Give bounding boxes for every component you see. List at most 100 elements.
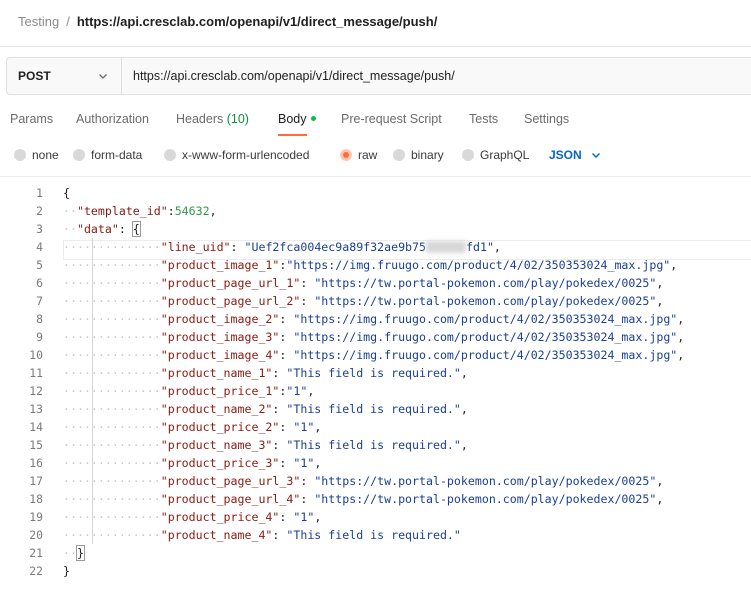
comma: , — [656, 492, 664, 506]
json-key: "product_image_2" — [160, 312, 280, 326]
tab-body[interactable]: Body — [278, 112, 316, 136]
code-content: ··············"product_price_4": "1", — [63, 508, 321, 526]
colon: : — [230, 240, 245, 254]
colon: : — [272, 438, 287, 452]
line-number: 10 — [29, 348, 43, 362]
tab-settings[interactable]: Settings — [524, 112, 569, 126]
tab-headers-label: Headers — [176, 112, 224, 126]
method-select[interactable]: POST — [7, 58, 122, 94]
code-content: ··············"product_price_1":"1", — [63, 382, 314, 400]
line-number: 3 — [36, 222, 43, 236]
tab-params[interactable]: Params — [10, 112, 53, 126]
code-line: 1{ — [0, 184, 751, 202]
line-number: 11 — [29, 366, 43, 380]
line-number: 15 — [29, 438, 43, 452]
radio-circle — [462, 149, 474, 161]
code-content: ··············"product_name_4": "This fi… — [63, 526, 461, 544]
open-brace: { — [63, 186, 70, 200]
breadcrumb-collection[interactable]: Testing — [18, 14, 59, 29]
tab-pre-request-script[interactable]: Pre-request Script — [341, 112, 442, 126]
comma: , — [314, 456, 322, 470]
code-content: ··············"product_image_4": "https:… — [63, 346, 684, 364]
code-line: 8 ··············"product_image_2": "https… — [0, 310, 751, 328]
comma: , — [307, 384, 315, 398]
indent-dots: ·············· — [63, 312, 161, 326]
json-string: "Uef2fca004ec9a89f32ae9b75 — [244, 240, 426, 254]
code-content: ··············"product_name_3": "This fi… — [63, 436, 468, 454]
code-content: ··············"product_image_3": "https:… — [63, 328, 684, 346]
url-input[interactable]: https://api.cresclab.com/openapi/v1/dire… — [122, 58, 751, 94]
editor-divider — [0, 176, 751, 177]
chevron-down-icon — [99, 74, 107, 79]
breadcrumb-request-name[interactable]: https://api.cresclab.com/openapi/v1/dire… — [77, 14, 438, 29]
comma: , — [460, 402, 468, 416]
line-number: 20 — [29, 528, 43, 542]
json-string: "This field is required." — [286, 402, 461, 416]
line-number: 18 — [29, 492, 43, 506]
code-editor[interactable]: 1{2 ··"template_id":54632, 3 ··"data": {4 ··… — [0, 184, 751, 612]
colon: : — [118, 222, 133, 236]
code-line: 22} — [0, 562, 751, 580]
code-line: 15 ··············"product_name_3": "This … — [0, 436, 751, 454]
indent-dots: ·············· — [63, 348, 161, 362]
code-content: ··············"product_price_3": "1", — [63, 454, 321, 472]
radio-raw-label: raw — [358, 148, 378, 162]
colon: : — [279, 420, 294, 434]
radio-circle — [14, 149, 26, 161]
code-line: 6 ··············"product_page_url_1": "ht… — [0, 274, 751, 292]
line-number: 22 — [29, 564, 43, 578]
indent-dots: ·· — [63, 546, 77, 560]
json-number: 54632 — [174, 204, 210, 218]
format-select[interactable]: JSON — [549, 148, 602, 162]
json-string: "https://tw.portal-pokemon.com/play/poke… — [314, 294, 657, 308]
code-content: { — [63, 184, 70, 202]
radio-binary[interactable]: binary — [393, 148, 444, 162]
colon: : — [167, 204, 175, 218]
line-number: 1 — [36, 186, 43, 200]
code-line: 21 ··} — [0, 544, 751, 562]
request-tabs: Params Authorization Headers (10) Body P… — [0, 104, 751, 136]
indent-dots: ·· — [63, 222, 77, 236]
request-bar: POST https://api.cresclab.com/openapi/v1… — [6, 57, 751, 95]
code-content: ··············"product_name_2": "This fi… — [63, 400, 468, 418]
radio-form-data[interactable]: form-data — [73, 148, 142, 162]
radio-circle — [73, 149, 85, 161]
json-key: "product_page_url_1" — [160, 276, 301, 290]
tab-body-label: Body — [278, 112, 307, 126]
colon: : — [279, 510, 294, 524]
tab-headers[interactable]: Headers (10) — [176, 112, 249, 126]
radio-raw[interactable]: raw — [340, 148, 377, 162]
code-line: 7 ··············"product_page_url_2": "ht… — [0, 292, 751, 310]
radio-graphql[interactable]: GraphQL — [462, 148, 529, 162]
tab-authorization[interactable]: Authorization — [76, 112, 149, 126]
comma: , — [677, 348, 685, 362]
radio-x-www-form-urlencoded[interactable]: x-www-form-urlencoded — [164, 148, 309, 162]
radio-none[interactable]: none — [14, 148, 59, 162]
method-label: POST — [18, 69, 51, 83]
tab-tests[interactable]: Tests — [469, 112, 498, 126]
json-string: "https://tw.portal-pokemon.com/play/poke… — [314, 276, 657, 290]
indent-dots: ·············· — [63, 240, 161, 254]
format-label: JSON — [549, 148, 582, 162]
code-line: 19 ··············"product_price_4": "1", — [0, 508, 751, 526]
comma: , — [656, 276, 664, 290]
json-string: "https://tw.portal-pokemon.com/play/poke… — [314, 474, 657, 488]
json-string: "https://img.fruugo.com/product/4/02/350… — [286, 258, 671, 272]
code-line: 18 ··············"product_page_url_4": "h… — [0, 490, 751, 508]
json-key: "product_price_4" — [160, 510, 280, 524]
colon: : — [300, 492, 315, 506]
radio-form-data-label: form-data — [91, 148, 143, 162]
line-number: 8 — [36, 312, 43, 326]
close-brace: } — [63, 564, 70, 578]
close-brace-matched: } — [75, 545, 85, 561]
code-line: 4 ··············"line_uid": "Uef2fca004ec… — [0, 238, 751, 256]
chevron-down-icon — [591, 153, 600, 158]
json-key: "line_uid" — [160, 240, 231, 254]
colon: : — [279, 330, 294, 344]
open-brace-matched: { — [131, 221, 141, 237]
indent-dots: ·············· — [63, 528, 161, 542]
indent-dots: ·············· — [63, 276, 161, 290]
json-key: "product_name_3" — [160, 438, 273, 452]
json-key: "product_price_3" — [160, 456, 280, 470]
colon: : — [279, 312, 294, 326]
